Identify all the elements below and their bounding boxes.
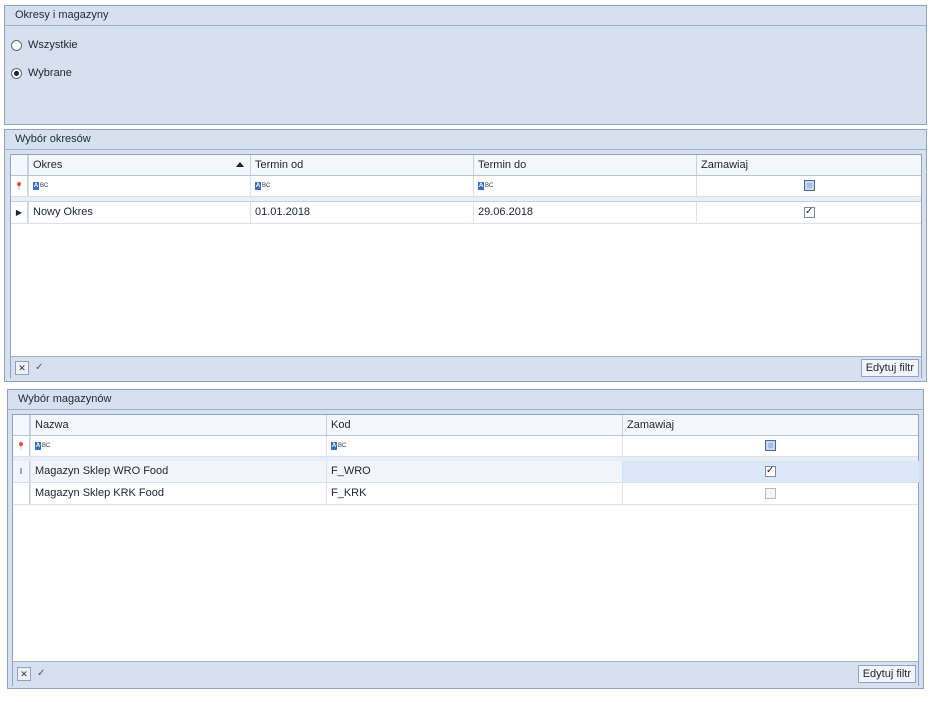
header-indicator — [11, 155, 28, 175]
clear-filter-button[interactable]: ✕ — [15, 361, 29, 375]
warehouses-grid-header: Nazwa Kod Zamawiaj — [13, 415, 918, 436]
cell-nazwa: Magazyn Sklep WRO Food — [30, 461, 326, 482]
checkbox-zamawiaj[interactable] — [804, 206, 815, 218]
abc-filter-icon: A BC — [331, 442, 347, 451]
row-indicator — [13, 483, 30, 504]
filter-checkbox-zamawiaj[interactable] — [804, 180, 815, 191]
checkbox-zamawiaj[interactable] — [765, 465, 776, 477]
radio-icon-selected[interactable] — [11, 67, 22, 79]
panel-divider — [8, 409, 923, 410]
column-header-termin-od[interactable]: Termin od — [250, 155, 473, 175]
cell-nazwa: Magazyn Sklep KRK Food — [30, 483, 326, 504]
column-header-zamawiaj[interactable]: Zamawiaj — [696, 155, 922, 175]
filter-enabled-check-icon[interactable]: ✓ — [35, 362, 46, 373]
cell-kod: F_KRK — [326, 483, 622, 504]
table-row[interactable]: I Magazyn Sklep WRO Food F_WRO — [13, 461, 919, 483]
cell-zamawiaj-focused — [622, 461, 919, 482]
column-label-okres: Okres — [33, 159, 63, 171]
periods-selection-panel: Wybór okresów Okres Termin od Termin do … — [4, 129, 927, 382]
filter-cell-nazwa[interactable]: A BC — [30, 436, 326, 456]
filter-cell-kod[interactable]: A BC — [326, 436, 622, 456]
column-header-zamawiaj[interactable]: Zamawiaj — [622, 415, 919, 435]
table-row[interactable]: ▶ Nowy Okres 01.01.2018 29.06.2018 — [11, 202, 921, 224]
filter-cell-termin-od[interactable]: A BC — [250, 176, 473, 196]
header-indicator — [13, 415, 30, 435]
abc-filter-icon: A BC — [33, 182, 49, 191]
column-header-okres[interactable]: Okres — [28, 155, 250, 175]
warehouses-grid-footer: ✕ ✓ Edytuj filtr — [13, 661, 918, 687]
cell-kod: F_WRO — [326, 461, 622, 482]
panel-title-periods-warehouses: Okresy i magazyny — [15, 9, 109, 21]
row-indicator-arrow-icon: ▶ — [11, 202, 28, 223]
filter-pin-icon: 📍 — [13, 436, 30, 456]
radio-wybrane[interactable]: Wybrane — [11, 67, 72, 79]
periods-grid-footer: ✕ ✓ Edytuj filtr — [11, 356, 921, 379]
sort-ascending-icon — [236, 162, 244, 167]
edit-filter-button[interactable]: Edytuj filtr — [860, 359, 919, 377]
cell-zamawiaj — [696, 202, 922, 223]
edit-filter-button[interactable]: Edytuj filtr — [857, 665, 916, 683]
column-header-nazwa[interactable]: Nazwa — [30, 415, 326, 435]
cell-termin-od: 01.01.2018 — [250, 202, 473, 223]
periods-grid-header: Okres Termin od Termin do Zamawiaj — [11, 155, 921, 176]
row-edit-cursor-icon: I — [13, 461, 30, 482]
periods-filter-row: 📍 A BC A BC A BC — [11, 176, 921, 197]
abc-filter-icon: A BC — [35, 442, 51, 451]
radio-label-wszystkie: Wszystkie — [28, 39, 78, 51]
filter-checkbox-zamawiaj[interactable] — [765, 440, 776, 451]
cell-okres: Nowy Okres — [28, 202, 250, 223]
radio-label-wybrane: Wybrane — [28, 67, 72, 79]
column-header-termin-do[interactable]: Termin do — [473, 155, 696, 175]
radio-icon-unselected[interactable] — [11, 39, 22, 51]
filter-cell-okres[interactable]: A BC — [28, 176, 250, 196]
panel-divider — [5, 149, 926, 150]
panel-title-warehouses: Wybór magazynów — [18, 393, 112, 405]
column-header-kod[interactable]: Kod — [326, 415, 622, 435]
periods-grid: Okres Termin od Termin do Zamawiaj 📍 A BC… — [10, 154, 922, 379]
panel-title-periods: Wybór okresów — [15, 133, 91, 145]
cell-zamawiaj — [622, 483, 919, 504]
abc-filter-icon: A BC — [478, 182, 494, 191]
filter-cell-zamawiaj[interactable] — [622, 436, 919, 456]
checkbox-zamawiaj[interactable] — [765, 488, 776, 499]
warehouses-filter-row: 📍 A BC A BC — [13, 436, 918, 457]
panel-divider — [5, 25, 926, 26]
table-row[interactable]: Magazyn Sklep KRK Food F_KRK — [13, 483, 918, 505]
radio-wszystkie[interactable]: Wszystkie — [11, 39, 78, 51]
warehouses-selection-panel: Wybór magazynów Nazwa Kod Zamawiaj 📍 A BC… — [7, 389, 924, 689]
filter-cell-termin-do[interactable]: A BC — [473, 176, 696, 196]
clear-filter-button[interactable]: ✕ — [17, 667, 31, 681]
filter-cell-zamawiaj[interactable] — [696, 176, 922, 196]
abc-filter-icon: A BC — [255, 182, 271, 191]
filter-enabled-check-icon[interactable]: ✓ — [37, 668, 48, 679]
periods-warehouses-panel: Okresy i magazyny Wszystkie Wybrane — [4, 5, 927, 125]
filter-pin-icon: 📍 — [11, 176, 28, 196]
warehouses-grid: Nazwa Kod Zamawiaj 📍 A BC A BC I Magazyn S… — [12, 414, 919, 687]
cell-termin-do: 29.06.2018 — [473, 202, 696, 223]
